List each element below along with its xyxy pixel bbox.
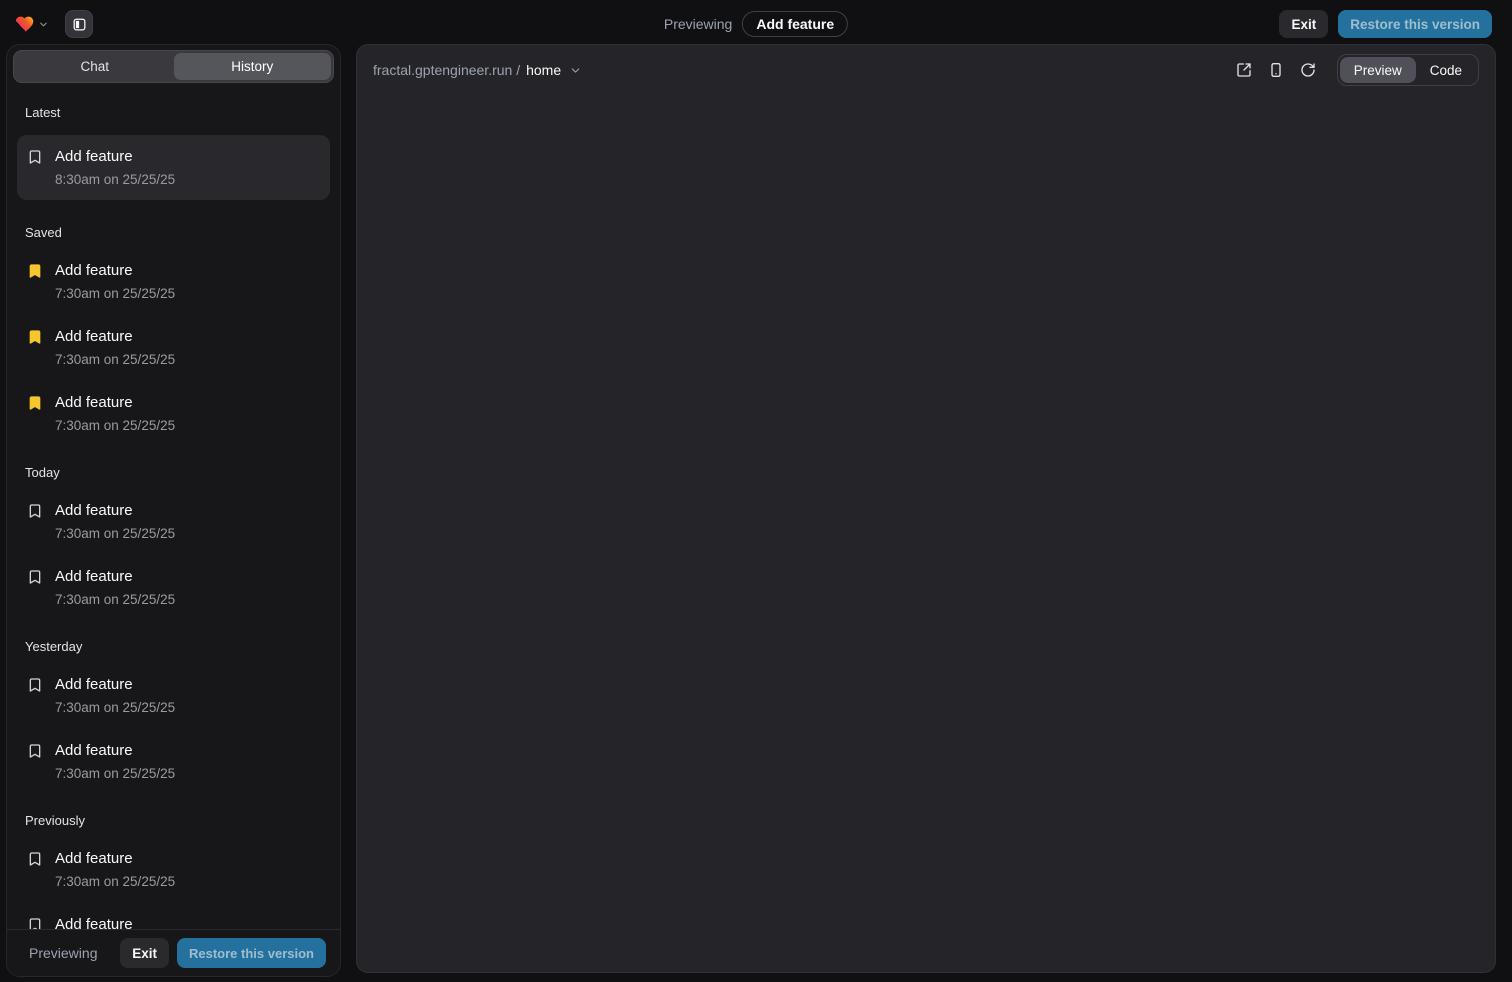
history-section-latest: Latest Add feature 8:30am on 25/25/25 <box>17 105 330 200</box>
bookmark-icon <box>27 149 43 190</box>
toggle-sidebar-button[interactable] <box>65 10 93 38</box>
bookmark-icon <box>27 851 43 892</box>
section-title: Latest <box>25 105 322 120</box>
bookmark-icon <box>27 743 43 784</box>
history-item-timestamp: 7:30am on 25/25/25 <box>55 697 175 718</box>
section-title: Today <box>25 465 322 480</box>
sidebar-tabs: Chat History <box>13 50 334 83</box>
tab-history[interactable]: History <box>174 53 332 80</box>
history-sidebar: Chat History Latest Add feature 8:30am o… <box>6 44 341 977</box>
sidebar-footer: Previewing Exit Restore this version <box>7 929 340 976</box>
url-page: home <box>526 62 561 78</box>
history-item-title: Add feature <box>55 913 175 929</box>
restore-version-button[interactable]: Restore this version <box>1338 10 1492 38</box>
history-item-title: Add feature <box>55 259 175 283</box>
top-bar: Previewing Add feature Exit Restore this… <box>0 0 1512 48</box>
history-item-title: Add feature <box>55 391 175 415</box>
view-mode-toggle: Preview Code <box>1337 54 1479 86</box>
refresh-button[interactable] <box>1295 57 1321 83</box>
previewing-label: Previewing <box>29 945 97 961</box>
section-title: Previously <box>25 813 322 828</box>
bookmark-icon <box>27 917 43 929</box>
exit-button[interactable]: Exit <box>1279 10 1328 38</box>
external-link-icon <box>1236 62 1252 78</box>
history-item[interactable]: Add feature 7:30am on 25/25/25 <box>17 255 330 308</box>
restore-version-button[interactable]: Restore this version <box>177 938 326 968</box>
open-in-new-tab-button[interactable] <box>1231 57 1257 83</box>
previewing-label: Previewing <box>664 16 732 32</box>
toggle-preview[interactable]: Preview <box>1340 57 1416 83</box>
tab-chat[interactable]: Chat <box>16 53 174 80</box>
history-item[interactable]: Add feature 7:30am on 25/25/25 <box>17 909 330 929</box>
smartphone-icon <box>1268 62 1284 78</box>
history-item[interactable]: Add feature 7:30am on 25/25/25 <box>17 843 330 896</box>
section-title: Saved <box>25 225 322 240</box>
history-item-title: Add feature <box>55 565 175 589</box>
history-item-title: Add feature <box>55 145 175 169</box>
history-item-timestamp: 7:30am on 25/25/25 <box>55 871 175 892</box>
history-item[interactable]: Add feature 7:30am on 25/25/25 <box>17 321 330 374</box>
preview-content <box>357 95 1495 972</box>
history-item-timestamp: 8:30am on 25/25/25 <box>55 169 175 190</box>
history-item-title: Add feature <box>55 673 175 697</box>
mobile-view-button[interactable] <box>1263 57 1289 83</box>
exit-button[interactable]: Exit <box>120 938 169 968</box>
history-list[interactable]: Latest Add feature 8:30am on 25/25/25 Sa… <box>7 83 340 929</box>
section-title: Yesterday <box>25 639 322 654</box>
url-domain: fractal.gptengineer.run / <box>373 62 520 78</box>
history-section-saved: Saved Add feature 7:30am on 25/25/25 Add… <box>17 225 330 440</box>
history-item-title: Add feature <box>55 739 175 763</box>
history-item-timestamp: 7:30am on 25/25/25 <box>55 415 175 436</box>
bookmark-icon <box>27 503 43 544</box>
history-item-title: Add feature <box>55 847 175 871</box>
preview-panel-header: fractal.gptengineer.run / home <box>357 45 1495 95</box>
history-section-today: Today Add feature 7:30am on 25/25/25 Add… <box>17 465 330 614</box>
history-item-timestamp: 7:30am on 25/25/25 <box>55 283 175 304</box>
refresh-icon <box>1300 62 1316 78</box>
url-route-selector[interactable]: fractal.gptengineer.run / home <box>373 62 582 78</box>
history-item-timestamp: 7:30am on 25/25/25 <box>55 349 175 370</box>
bookmark-saved-icon <box>27 329 43 370</box>
history-item[interactable]: Add feature 7:30am on 25/25/25 <box>17 561 330 614</box>
version-name-badge: Add feature <box>742 11 848 37</box>
chevron-down-icon <box>38 19 49 30</box>
history-item-timestamp: 7:30am on 25/25/25 <box>55 589 175 610</box>
history-item-timestamp: 7:30am on 25/25/25 <box>55 523 175 544</box>
bookmark-saved-icon <box>27 263 43 304</box>
history-item[interactable]: Add feature 7:30am on 25/25/25 <box>17 495 330 548</box>
bookmark-saved-icon <box>27 395 43 436</box>
history-item-timestamp: 7:30am on 25/25/25 <box>55 763 175 784</box>
history-item-title: Add feature <box>55 325 175 349</box>
history-section-previously: Previously Add feature 7:30am on 25/25/2… <box>17 813 330 929</box>
history-item[interactable]: Add feature 8:30am on 25/25/25 <box>17 135 330 200</box>
bookmark-icon <box>27 569 43 610</box>
preview-status: Previewing Add feature <box>664 0 848 48</box>
history-item[interactable]: Add feature 7:30am on 25/25/25 <box>17 669 330 722</box>
history-item[interactable]: Add feature 7:30am on 25/25/25 <box>17 735 330 788</box>
chevron-down-icon <box>569 64 582 77</box>
history-section-yesterday: Yesterday Add feature 7:30am on 25/25/25… <box>17 639 330 788</box>
panel-left-icon <box>72 17 87 32</box>
bookmark-icon <box>27 677 43 718</box>
history-item[interactable]: Add feature 7:30am on 25/25/25 <box>17 387 330 440</box>
history-item-title: Add feature <box>55 499 175 523</box>
toggle-code[interactable]: Code <box>1416 57 1476 83</box>
preview-panel: fractal.gptengineer.run / home <box>356 44 1496 973</box>
lovable-heart-logo-icon <box>14 14 35 35</box>
workspace-menu-button[interactable] <box>12 12 51 37</box>
